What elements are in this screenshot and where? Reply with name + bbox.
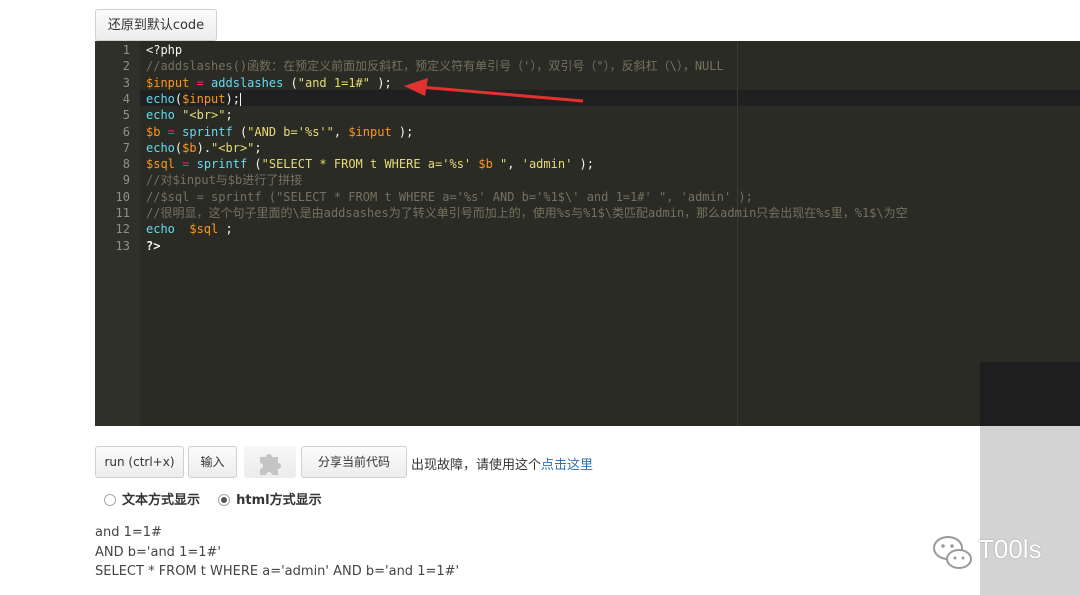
- display-mode-selector: 文本方式显示 html方式显示: [104, 489, 336, 508]
- code-token: ;: [225, 108, 233, 123]
- code-token: echo: [146, 140, 175, 155]
- click-here-link[interactable]: 点击这里: [541, 458, 593, 473]
- code-line[interactable]: //$sql = sprintf ("SELECT * FROM t WHERE…: [146, 189, 753, 205]
- line-number: 3: [122, 75, 130, 90]
- code-token: ;: [218, 222, 233, 237]
- code-token: sprintf: [182, 124, 233, 139]
- code-token: ).: [196, 140, 212, 155]
- code-line[interactable]: $sql = sprintf ("SELECT * FROM t WHERE a…: [146, 156, 594, 172]
- code-token: );: [572, 157, 594, 172]
- line-number: 4: [122, 91, 130, 106]
- run-button[interactable]: run (ctrl+x): [95, 446, 184, 478]
- trouble-notice-text: 出现故障，请使用这个: [411, 458, 542, 473]
- code-line[interactable]: echo($input);: [146, 91, 241, 107]
- html-mode-label: html方式显示: [236, 493, 322, 508]
- code-line[interactable]: <?php: [146, 42, 182, 58]
- code-token: =: [189, 75, 212, 90]
- code-token: $b: [478, 157, 493, 172]
- text-mode-label: 文本方式显示: [122, 493, 201, 508]
- puzzle-icon: [260, 454, 281, 475]
- trouble-notice: 出现故障，请使用这个点击这里: [411, 454, 593, 473]
- text-mode-radio[interactable]: [104, 493, 116, 506]
- line-number: 1: [122, 43, 130, 57]
- code-line[interactable]: $b = sprintf ("AND b='%s'", $input );: [146, 124, 413, 140]
- code-line[interactable]: ?>: [146, 238, 160, 254]
- code-token: echo: [146, 222, 175, 237]
- code-token: "and 1=1#": [297, 75, 370, 90]
- code-token: ": [492, 157, 508, 172]
- code-token: (: [247, 157, 262, 172]
- side-panel-dark: [980, 362, 1080, 426]
- reset-to-default-code-button[interactable]: 还原到默认code: [95, 9, 217, 41]
- html-mode-radio[interactable]: [218, 493, 231, 506]
- wechat-icon: [933, 536, 972, 569]
- code-token: "<br>": [182, 108, 226, 123]
- line-number: 7: [122, 140, 130, 155]
- code-token: $input: [182, 91, 226, 106]
- code-token: );: [225, 91, 240, 106]
- active-line-highlight: [140, 90, 1080, 106]
- code-token: echo: [146, 91, 175, 106]
- output-area: and 1=1# AND b='and 1=1#' SELECT * FROM …: [95, 523, 459, 582]
- code-token: =: [174, 157, 197, 172]
- output-line: AND b='and 1=1#': [95, 544, 221, 560]
- line-number: 8: [122, 157, 130, 172]
- code-line[interactable]: echo $sql ;: [146, 221, 233, 237]
- code-token: <?php: [146, 43, 183, 57]
- code-token: ,: [333, 124, 349, 139]
- code-token: );: [370, 75, 392, 90]
- code-token: "SELECT * FROM t WHERE a='%s': [261, 157, 479, 172]
- code-token: addslashes: [211, 75, 284, 90]
- code-token: $input: [348, 124, 392, 139]
- watermark-text: T00ls: [978, 534, 1042, 564]
- output-line: and 1=1#: [95, 525, 162, 540]
- code-token: echo: [146, 108, 175, 123]
- code-line[interactable]: echo "<br>";: [146, 107, 233, 123]
- code-token: ?>: [146, 238, 161, 253]
- line-number: 5: [122, 108, 130, 123]
- code-line[interactable]: //对$input与$b进行了拼接: [146, 172, 302, 188]
- code-token: //很明显，这个句子里面的\是由addsashes为了转义单引号而加上的，使用%…: [146, 206, 908, 220]
- code-line[interactable]: echo($b)."<br>";: [146, 140, 262, 156]
- code-token: //addslashes()函数：在预定义前面加反斜杠，预定义符有单引号（'），…: [146, 59, 724, 74]
- line-number: 10: [115, 189, 130, 204]
- code-token: $input: [146, 75, 190, 90]
- line-number: 2: [122, 59, 130, 74]
- code-line[interactable]: //很明显，这个句子里面的\是由addsashes为了转义单引号而加上的，使用%…: [146, 205, 908, 221]
- input-button[interactable]: 输入: [188, 446, 237, 478]
- code-line[interactable]: //addslashes()函数：在预定义前面加反斜杠，预定义符有单引号（'），…: [146, 58, 724, 74]
- code-token: $b: [146, 124, 161, 139]
- line-number: 12: [115, 222, 130, 237]
- code-token: ;: [254, 140, 262, 155]
- text-cursor: [239, 92, 241, 106]
- code-token: 'admin': [521, 157, 573, 172]
- code-token: "AND b='%s'": [247, 124, 334, 139]
- code-token: "<br>": [211, 140, 255, 155]
- code-token: //$sql = sprintf ("SELECT * FROM t WHERE…: [146, 189, 753, 204]
- code-line[interactable]: $input = addslashes ("and 1=1#" );: [146, 75, 392, 91]
- code-token: $sql: [146, 157, 175, 172]
- line-number: 11: [115, 206, 130, 220]
- line-number: 9: [122, 173, 130, 188]
- share-code-button[interactable]: 分享当前代码: [301, 446, 407, 478]
- plugin-button[interactable]: [244, 446, 296, 478]
- code-token: ,: [507, 157, 522, 172]
- code-token: (: [232, 124, 248, 139]
- code-token: $b: [182, 140, 197, 155]
- code-token: sprintf: [196, 157, 248, 172]
- watermark: T00ls: [930, 530, 1070, 580]
- code-token: =: [160, 124, 183, 139]
- print-margin-guide: [737, 41, 738, 426]
- code-token: (: [283, 75, 298, 90]
- line-number-gutter: 1 2 3 4 5 6 7 8 9 10 11 12 13: [95, 41, 140, 426]
- code-token: );: [391, 124, 414, 139]
- line-number: 13: [115, 238, 130, 253]
- code-token: $sql: [189, 222, 219, 237]
- line-number: 6: [122, 124, 130, 139]
- page: 还原到默认code 1 2 3 4 5 6 7 8 9 10 11 12 13 <?php//addsl…: [0, 0, 1080, 595]
- output-line: SELECT * FROM t WHERE a='admin' AND b='a…: [95, 564, 460, 579]
- code-token: //对$input与$b进行了拼接: [146, 173, 303, 188]
- code-editor[interactable]: 1 2 3 4 5 6 7 8 9 10 11 12 13 <?php//addslashes()函数：…: [95, 41, 1080, 426]
